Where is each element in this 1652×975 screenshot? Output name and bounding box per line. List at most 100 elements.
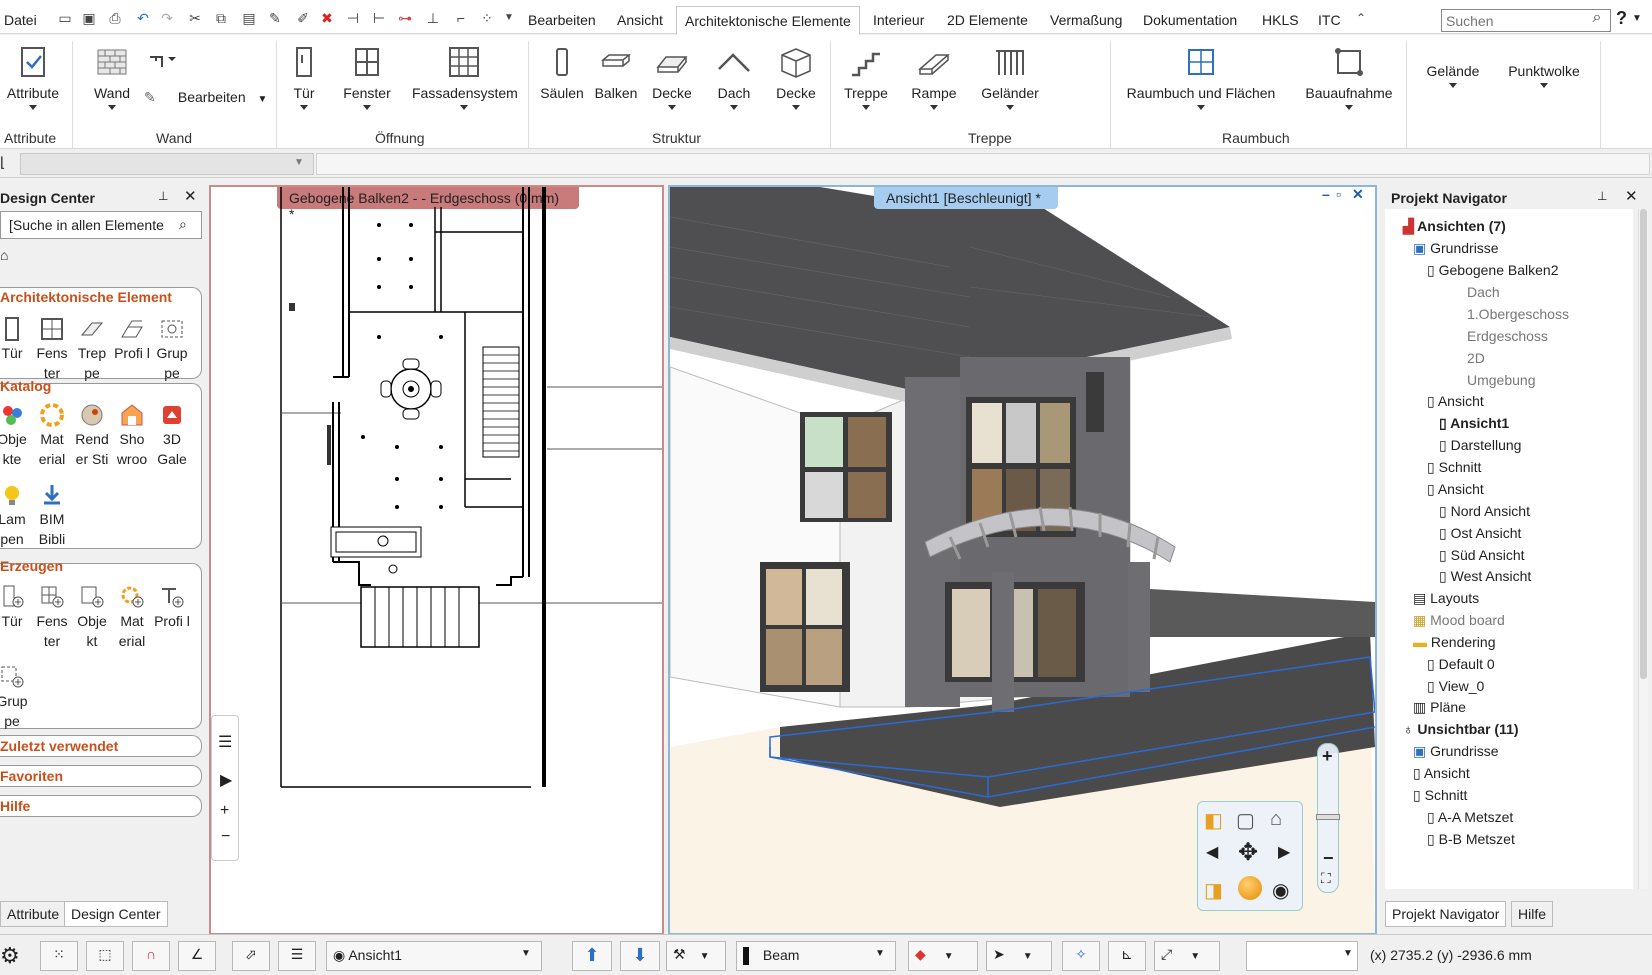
value-input[interactable]: ▼ (1246, 941, 1358, 971)
snap-points-icon[interactable]: ⁘ (478, 10, 496, 26)
dc-fenster-tile[interactable]: Fens ter (32, 317, 72, 383)
tree-scrollbar[interactable] (1638, 209, 1648, 889)
menu-itc[interactable]: ITC (1318, 12, 1341, 28)
tree-node[interactable]: ▬ Rendering (1413, 634, 1496, 650)
menu-ansicht[interactable]: Ansicht (617, 12, 663, 28)
split-icon[interactable]: ⊶ (396, 10, 414, 26)
tree-node[interactable]: ▯ Schnitt (1427, 459, 1481, 476)
floor-plan-drawing[interactable] (211, 187, 662, 933)
chevron-down-icon[interactable]: ▼ (294, 157, 304, 168)
tree-node[interactable]: ▯ Nord Ansicht (1439, 503, 1530, 520)
tree-node[interactable]: ▤ Layouts (1413, 590, 1479, 607)
dc-new-gruppe-tile[interactable]: Grup pe (0, 665, 32, 731)
menu-vermassung[interactable]: Vermaßung (1050, 12, 1122, 28)
close-icon[interactable]: ✕ (1352, 187, 1364, 203)
punktwolke-button[interactable]: Punktwolke (1504, 63, 1584, 88)
tree-node[interactable]: ▣ Grundrisse (1413, 743, 1499, 760)
dc-tuer-tile[interactable]: Tür (0, 317, 32, 363)
tree-node[interactable]: ▯ Ansicht (1427, 393, 1484, 410)
section-arch-title[interactable]: Architektonische Element (0, 289, 172, 305)
zoom-out-icon[interactable]: − (1323, 848, 1334, 869)
open-folder-icon[interactable]: ▭ (56, 10, 74, 26)
tree-node[interactable]: ▯ Süd Ansicht (1439, 547, 1525, 564)
gelaender-button[interactable]: Geländer (980, 45, 1040, 110)
section-favoriten[interactable]: Favoriten (0, 765, 202, 787)
direction-button[interactable]: ➤ ▼ (986, 941, 1052, 971)
section-zuletzt[interactable]: Zuletzt verwendet (0, 735, 202, 757)
close-icon[interactable]: ✕ (184, 187, 197, 205)
zoom-in-icon[interactable]: + (1322, 746, 1333, 767)
menu-architektonische-elemente[interactable]: Architektonische Elemente (676, 6, 860, 35)
join-icon[interactable]: ⊥ (424, 10, 442, 26)
tree-node[interactable]: ▯ Ansicht1 (1439, 415, 1509, 432)
menu-bearbeiten[interactable]: Bearbeiten (528, 12, 596, 28)
tree-node[interactable]: Erdgeschoss (1467, 328, 1548, 344)
print-icon[interactable]: ⎙ (106, 10, 124, 26)
home-icon[interactable]: ⌂ (0, 247, 20, 267)
cube-view-icon[interactable]: ▢ (1236, 808, 1255, 833)
paste-icon[interactable]: ▤ (240, 10, 258, 26)
zoom-slider-thumb[interactable] (1316, 814, 1340, 820)
tree-node[interactable]: ▯ West Ansicht (1439, 568, 1531, 585)
tree-node[interactable]: ▯ Schnitt (1413, 787, 1467, 804)
wand-button[interactable]: Wand (88, 45, 136, 110)
copy-icon[interactable]: ⧉ (212, 10, 230, 26)
section-box-icon[interactable]: ◨ (1204, 878, 1223, 903)
tree-node[interactable]: 2D (1467, 350, 1485, 366)
relative-coords-icon[interactable]: ⊾ (1108, 941, 1146, 971)
menu-dokumentation[interactable]: Dokumentation (1143, 12, 1237, 28)
select-cursor-icon[interactable]: ⬀ (232, 941, 270, 971)
tab-hilfe[interactable]: Hilfe (1511, 901, 1554, 927)
zoom-slider[interactable]: + − ⛶ (1316, 743, 1340, 893)
command-input[interactable] (20, 153, 314, 175)
dc-treppe-tile[interactable]: Trep pe (72, 317, 112, 383)
tree-node[interactable]: ♁ Unsichtbar (11) (1403, 721, 1519, 737)
measure-button[interactable]: ⤢ ▼ (1154, 941, 1220, 971)
design-center-search[interactable]: [Suche in allen Elemente ⌕ (0, 211, 202, 239)
layer-button[interactable]: ◆ ▼ (908, 941, 978, 971)
snap-magnet-icon[interactable]: ∩ (132, 941, 170, 971)
tree-node[interactable]: ▯ Ansicht (1427, 481, 1484, 498)
rotate-left-icon[interactable]: ◀ (1206, 842, 1218, 862)
view-select[interactable]: ◉ Ansicht1 ▼ (326, 941, 542, 971)
tree-node[interactable]: 1.Obergeschoss (1467, 306, 1569, 322)
delete-icon[interactable]: ✖ (318, 10, 336, 26)
dc-objekte-tile[interactable]: Obje kte (0, 403, 32, 469)
help-dropdown-icon[interactable]: ▼ (1632, 13, 1642, 24)
wand-bearbeiten-button[interactable]: ✎ Bearbeiten ▼ (144, 89, 267, 111)
menu-file[interactable]: Datei (4, 12, 37, 28)
zoom-out-icon[interactable]: − (221, 828, 230, 846)
tab-design-center[interactable]: Design Center (64, 901, 168, 927)
format-brush-icon[interactable]: ✎ (266, 10, 284, 26)
bauaufnahme-button[interactable]: Bauaufnahme (1304, 45, 1394, 110)
tree-node[interactable]: ▯ Default 0 (1427, 656, 1495, 673)
tab-attribute[interactable]: Attribute (0, 901, 67, 927)
3d-view-tab[interactable]: Ansicht1 [Beschleunigt] * (874, 187, 1058, 209)
pin-icon[interactable]: ⊥ (158, 189, 168, 203)
help-button[interactable]: ? (1616, 8, 1627, 29)
dc-new-tuer-tile[interactable]: Tür (0, 585, 32, 631)
play-icon[interactable]: ▶ (220, 770, 232, 790)
dc-new-material-tile[interactable]: Mat erial (112, 585, 152, 651)
tree-node[interactable]: ▯ Ost Ansicht (1439, 525, 1521, 542)
gelaende-button[interactable]: Gelände (1420, 63, 1486, 88)
treppe-button[interactable]: Treppe (842, 45, 890, 110)
maximize-icon[interactable]: ▫ (1336, 187, 1341, 202)
rampe-button[interactable]: Rampe (910, 45, 958, 110)
list-icon[interactable]: ☰ (218, 732, 232, 752)
dc-renderstil-tile[interactable]: Rend er Sti (72, 403, 112, 469)
dc-lampen-tile[interactable]: Lam pen (0, 483, 32, 549)
settings-gear-icon[interactable]: ⚙ (0, 943, 20, 969)
menu-hkls[interactable]: HKLS (1262, 12, 1299, 28)
tree-node[interactable]: ▯ B-B Metszet (1427, 831, 1515, 848)
tree-node[interactable]: ▥ Pläne (1413, 699, 1466, 716)
element-type-select[interactable]: Beam ▼ (736, 941, 896, 971)
section-erzeugen-title[interactable]: Erzeugen (0, 558, 63, 574)
attribute-button[interactable]: Attribute (4, 45, 62, 110)
section-hilfe[interactable]: Hilfe (0, 795, 202, 817)
tab-projekt-navigator[interactable]: Projekt Navigator (1385, 901, 1507, 927)
dc-new-objekt-tile[interactable]: Obje kt (72, 585, 112, 651)
cube-iso-icon[interactable]: ◧ (1204, 808, 1223, 833)
dc-bim-tile[interactable]: BIM Bibli (32, 483, 72, 549)
dc-profil-tile[interactable]: Profi l (112, 317, 152, 363)
